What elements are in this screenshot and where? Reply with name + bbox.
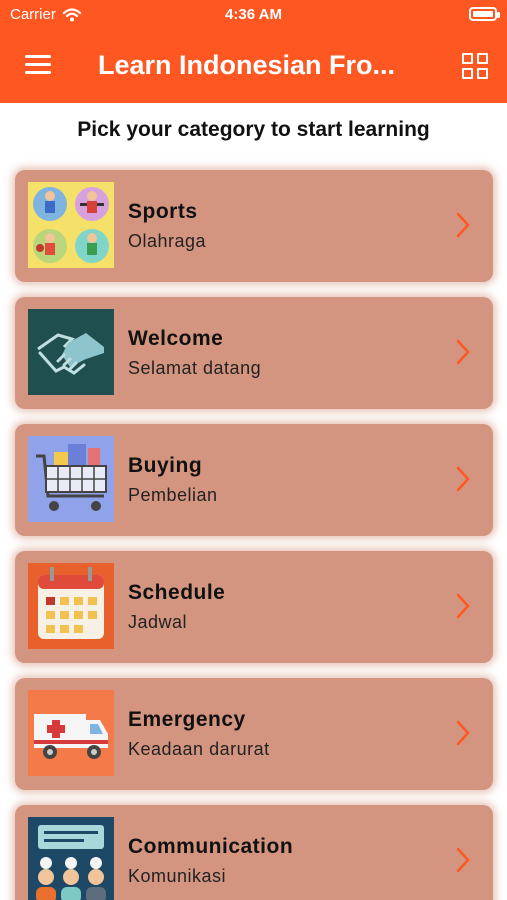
chevron-right-icon	[456, 593, 470, 619]
category-title: Communication	[128, 835, 294, 858]
sports-icon	[28, 182, 114, 268]
category-title: Schedule	[128, 581, 226, 604]
category-card-buying[interactable]: Buying Pembelian	[15, 424, 493, 536]
category-translation: Olahraga	[128, 231, 207, 251]
handshake-icon	[28, 309, 114, 395]
chevron-right-icon	[456, 339, 470, 365]
category-translation: Jadwal	[128, 612, 188, 632]
category-list: Sports Olahraga Welcome Selamat datang B…	[15, 170, 493, 900]
shopping-cart-icon	[28, 436, 114, 522]
status-bar: Carrier 4:36 AM	[0, 0, 507, 32]
grid-view-icon[interactable]	[462, 53, 488, 79]
category-title: Welcome	[128, 327, 224, 350]
category-translation: Komunikasi	[128, 866, 227, 886]
status-time: 4:36 AM	[225, 6, 282, 23]
chevron-right-icon	[456, 466, 470, 492]
chevron-right-icon	[456, 720, 470, 746]
category-translation: Keadaan darurat	[128, 739, 270, 759]
ambulance-icon	[28, 690, 114, 776]
app-title: Learn Indonesian Fro...	[98, 50, 396, 80]
category-title: Emergency	[128, 708, 246, 731]
category-card-emergency[interactable]: Emergency Keadaan darurat	[15, 678, 493, 790]
calendar-icon	[28, 563, 114, 649]
category-card-schedule[interactable]: Schedule Jadwal	[15, 551, 493, 663]
hamburger-menu-icon[interactable]	[25, 55, 51, 75]
chevron-right-icon	[456, 212, 470, 238]
app-bar: Carrier 4:36 AM Learn Indonesian Fro...	[0, 0, 507, 103]
category-title: Buying	[128, 454, 203, 477]
chevron-right-icon	[456, 847, 470, 873]
category-title: Sports	[128, 200, 198, 223]
chat-people-icon	[28, 817, 114, 900]
battery-icon	[469, 7, 500, 21]
category-translation: Selamat datang	[128, 358, 262, 378]
category-card-welcome[interactable]: Welcome Selamat datang	[15, 297, 493, 409]
page-subtitle: Pick your category to start learning	[77, 118, 430, 141]
category-card-communication[interactable]: Communication Komunikasi	[15, 805, 493, 900]
category-card-sports[interactable]: Sports Olahraga	[15, 170, 493, 282]
category-translation: Pembelian	[128, 485, 218, 505]
